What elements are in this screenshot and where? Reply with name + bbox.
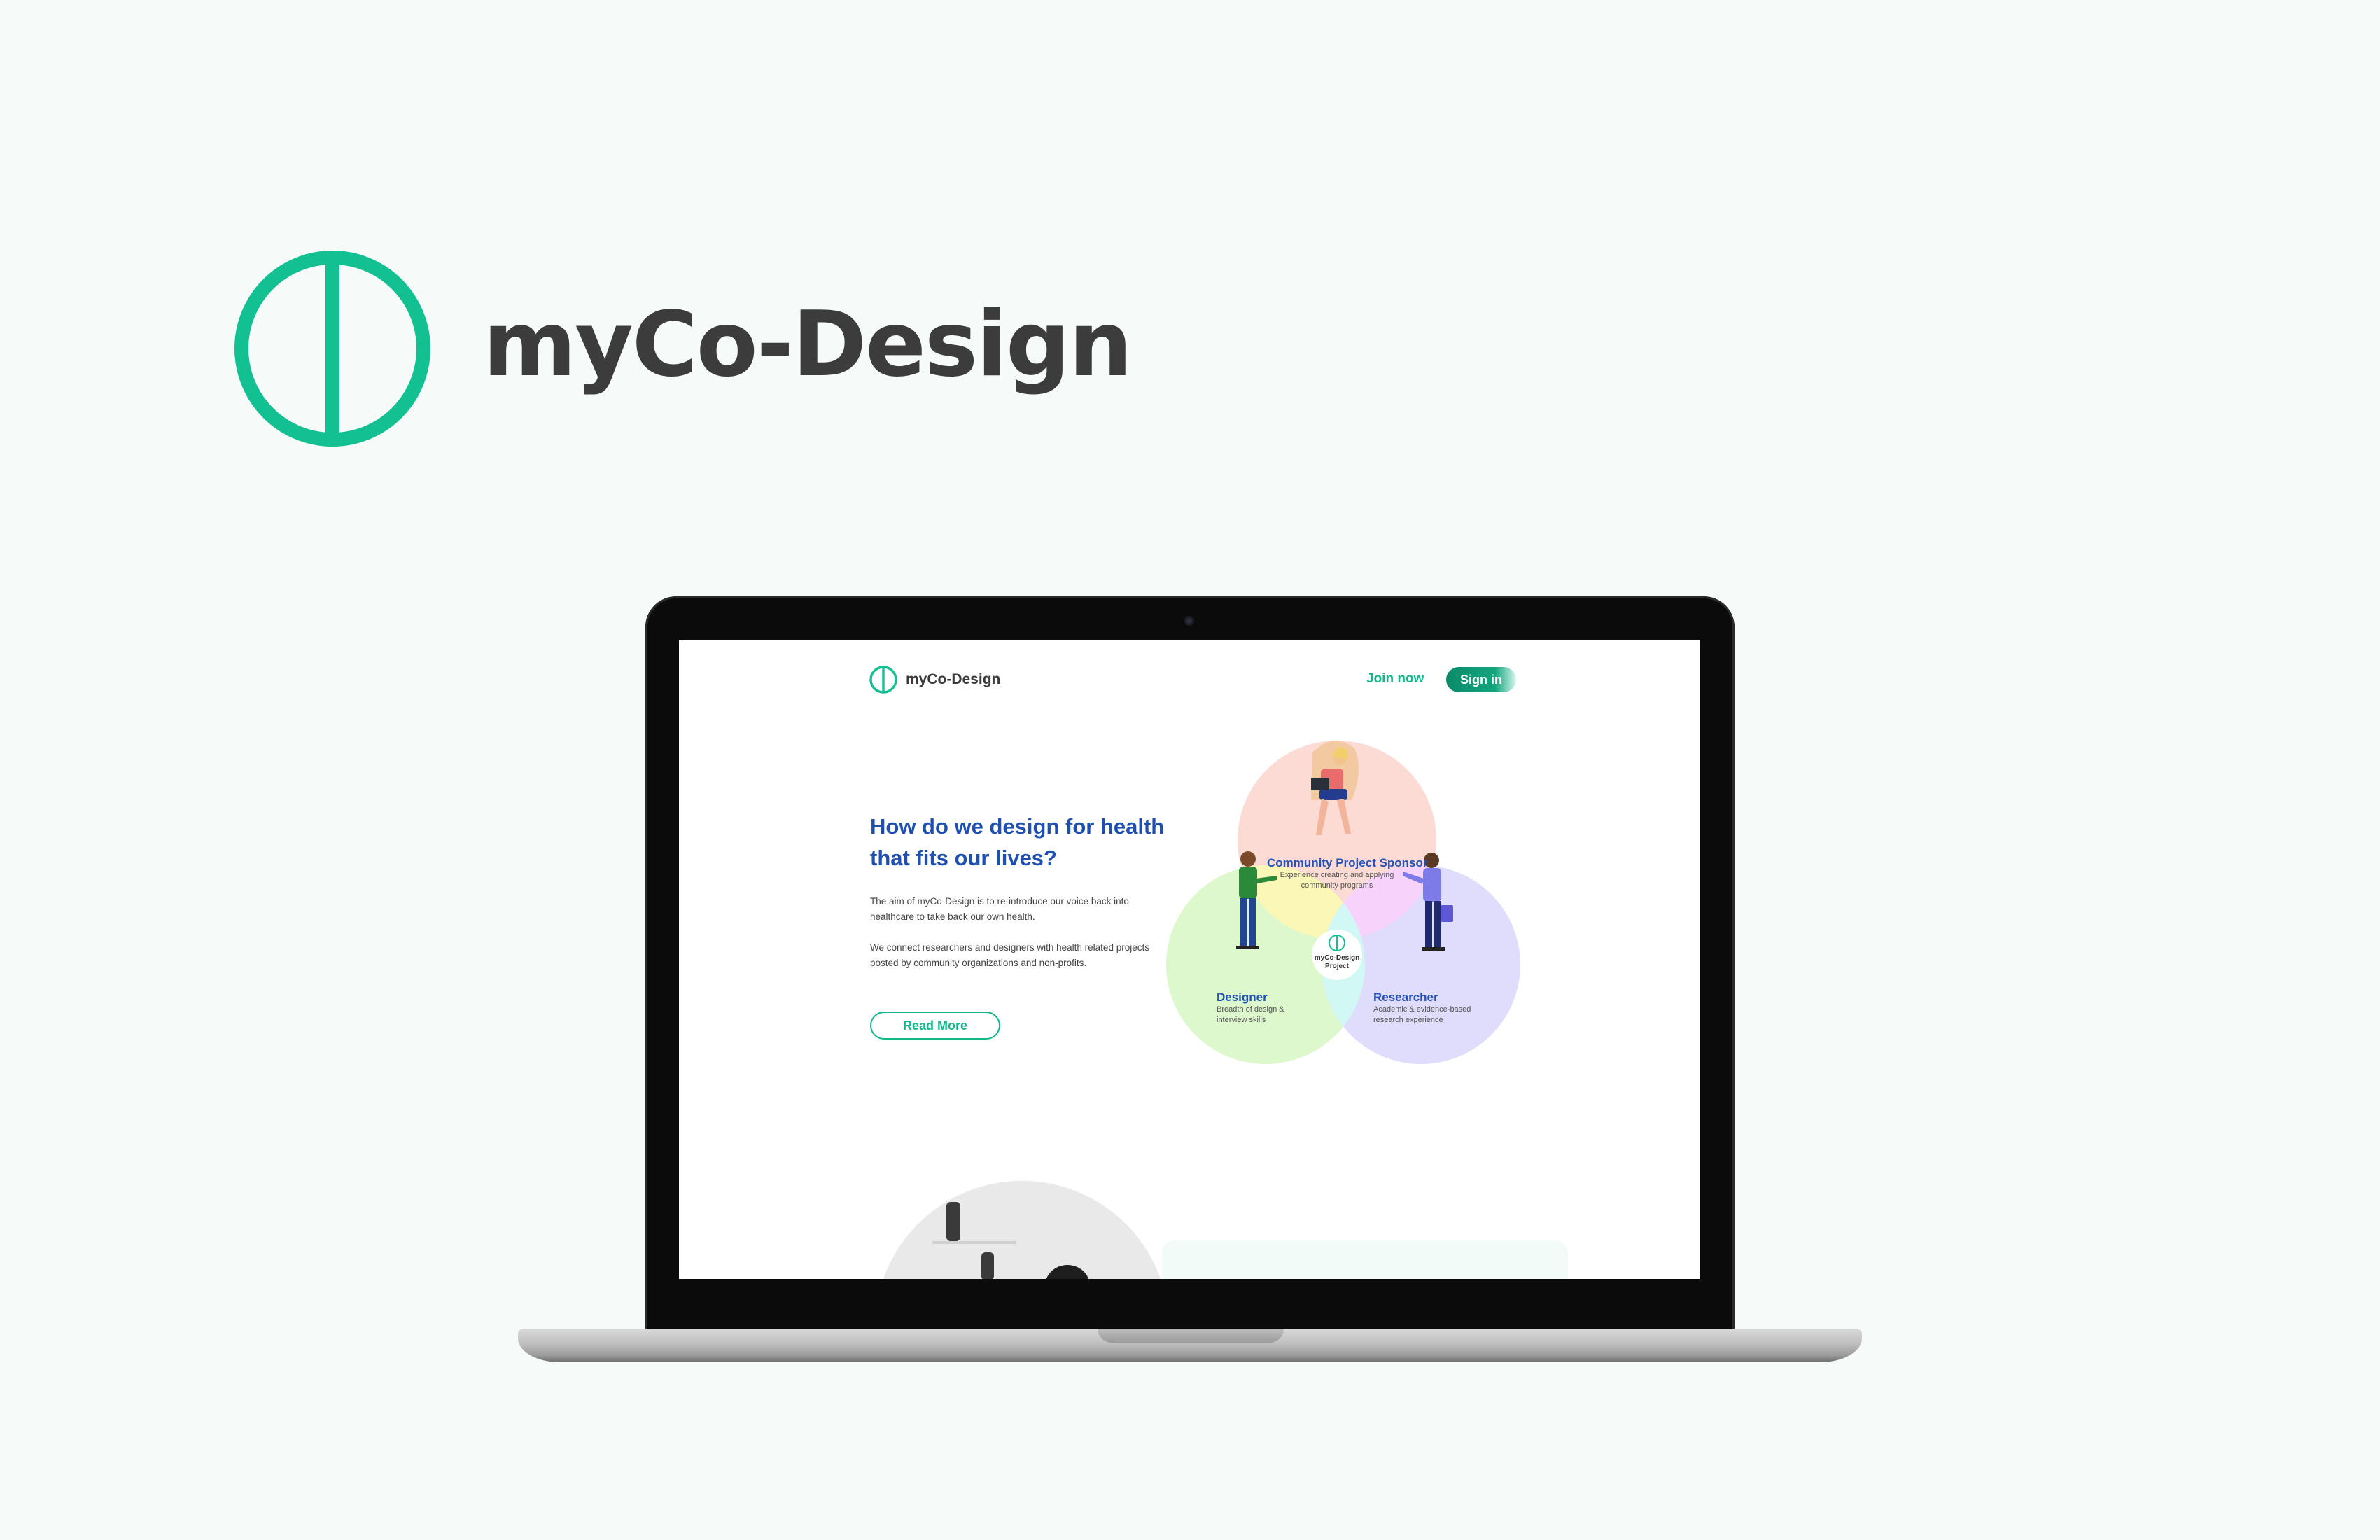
hero-heading: How do we design for health that fits ou…: [870, 814, 1165, 870]
sponsor-desc-1: Experience creating and applying: [1280, 871, 1394, 879]
codesign-logo-icon: [234, 251, 430, 447]
website-screen: myCo-Design Join now Sign in How do we d…: [679, 640, 1700, 1279]
sponsor-person-illustration: [1311, 741, 1359, 835]
section-photo: [875, 1181, 1169, 1279]
section-panel: [1162, 1240, 1568, 1279]
researcher-title: Researcher: [1373, 990, 1438, 1004]
brand-name: myCo-Design: [483, 293, 1133, 397]
nav-logo-text: myCo-Design: [906, 671, 1001, 687]
codesign-logo-icon: [869, 666, 897, 694]
designer-title: Designer: [1217, 990, 1268, 1004]
sponsor-title: Community Project Sponsor: [1267, 856, 1428, 869]
designer-desc-1: Breadth of design &: [1217, 1005, 1284, 1014]
sponsor-desc-2: community programs: [1301, 881, 1373, 890]
designer-desc-2: interview skills: [1217, 1016, 1266, 1024]
venn-center-label: myCo-Design Project: [1309, 954, 1365, 971]
researcher-desc-2: research experience: [1373, 1016, 1443, 1024]
center-label-2: Project: [1325, 962, 1349, 970]
venn-designer-label: Designer Breadth of design & interview s…: [1217, 990, 1284, 1026]
sign-in-button[interactable]: Sign in: [1446, 667, 1516, 692]
nav-logo[interactable]: myCo-Design: [868, 664, 1000, 695]
join-now-link[interactable]: Join now: [1366, 671, 1424, 687]
venn-diagram: [1166, 741, 1520, 1064]
brand-logo: myCo-Design: [234, 251, 1144, 447]
researcher-desc-1: Academic & evidence-based: [1373, 1005, 1471, 1014]
venn-researcher-label: Researcher Academic & evidence-based res…: [1373, 990, 1471, 1026]
webcam: [1184, 616, 1194, 626]
hero-paragraph-2: We connect researchers and designers wit…: [870, 942, 1149, 968]
hero-paragraph-1: The aim of myCo-Design is to re-introduc…: [870, 896, 1129, 922]
read-more-button[interactable]: Read More: [870, 1011, 1000, 1040]
venn-sponsor-label: Community Project Sponsor Experience cre…: [1267, 856, 1428, 891]
venn-sponsor-circle: [1238, 741, 1436, 939]
center-label-1: myCo-Design: [1314, 954, 1360, 962]
photo-illustration: [875, 1181, 1169, 1279]
laptop-notch: [1098, 1329, 1284, 1343]
